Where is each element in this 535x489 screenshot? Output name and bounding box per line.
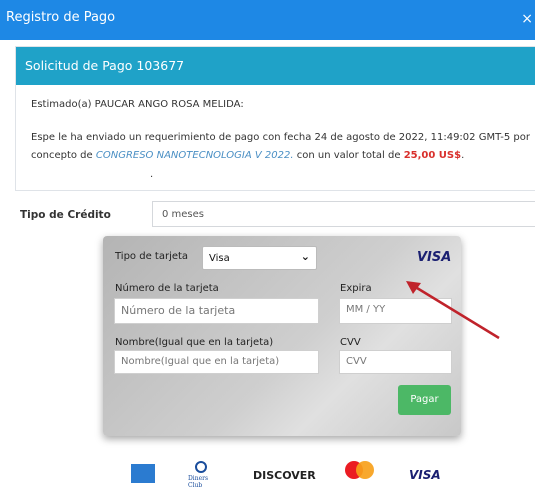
payment-request-panel: Solicitud de Pago 103677 Estimado(a) PAU…	[15, 46, 535, 191]
credit-type-select[interactable]: 0 meses	[152, 201, 535, 227]
card-type-value: Visa	[209, 253, 230, 264]
credit-type-value: 0 meses	[162, 209, 205, 220]
chevron-down-icon: ⌄	[300, 250, 310, 263]
cvv-input[interactable]: CVV	[339, 350, 452, 374]
visa-logo: VISA	[417, 250, 452, 265]
message-end: .	[461, 150, 465, 161]
cardholder-name-input[interactable]: Nombre(Igual que en la tarjeta)	[114, 350, 319, 374]
diners-club-logo: Diners Club	[188, 461, 214, 489]
message-part2: con un valor total de	[296, 150, 401, 161]
expiry-input[interactable]: MM / YY	[339, 298, 452, 324]
request-message: Espe le ha enviado un requerimiento de p…	[31, 129, 531, 165]
card-type-label: Tipo de tarjeta	[115, 251, 189, 262]
card-type-select[interactable]: Visa ⌄	[202, 246, 317, 270]
card-number-input[interactable]: Número de la tarjeta	[114, 298, 319, 324]
discover-logo: DISCOVER	[253, 469, 316, 482]
mastercard-yellow-circle	[356, 461, 374, 479]
dot-mark: .	[150, 169, 154, 180]
panel-header: Solicitud de Pago 103677	[16, 47, 535, 85]
event-name: CONGRESO NANOTECNOLOGIA V 2022.	[95, 150, 294, 161]
amex-logo	[131, 464, 155, 483]
close-icon[interactable]: ×	[521, 11, 533, 27]
pay-button[interactable]: Pagar	[398, 385, 451, 415]
cvv-label: CVV	[340, 337, 361, 348]
card-brands-row: Diners Club DISCOVER VISA	[0, 455, 535, 489]
title-bar: Registro de Pago ×	[0, 0, 535, 40]
cardholder-name-label: Nombre(Igual que en la tarjeta)	[115, 337, 274, 348]
greeting-text: Estimado(a) PAUCAR ANGO ROSA MELIDA:	[31, 99, 244, 110]
amount-value: 25,00 US$	[403, 150, 462, 161]
diners-club-text: Diners Club	[188, 475, 209, 489]
card-number-label: Número de la tarjeta	[115, 283, 219, 294]
panel-title: Solicitud de Pago 103677	[25, 58, 185, 73]
window-title: Registro de Pago	[6, 10, 116, 25]
credit-type-label: Tipo de Crédito	[20, 209, 111, 221]
card-form: Tipo de tarjeta Visa ⌄ VISA Número de la…	[103, 236, 461, 436]
diners-circle	[195, 461, 207, 473]
visa-brand-logo: VISA	[409, 468, 441, 482]
expiry-label: Expira	[340, 283, 372, 294]
mastercard-logo	[345, 461, 375, 481]
